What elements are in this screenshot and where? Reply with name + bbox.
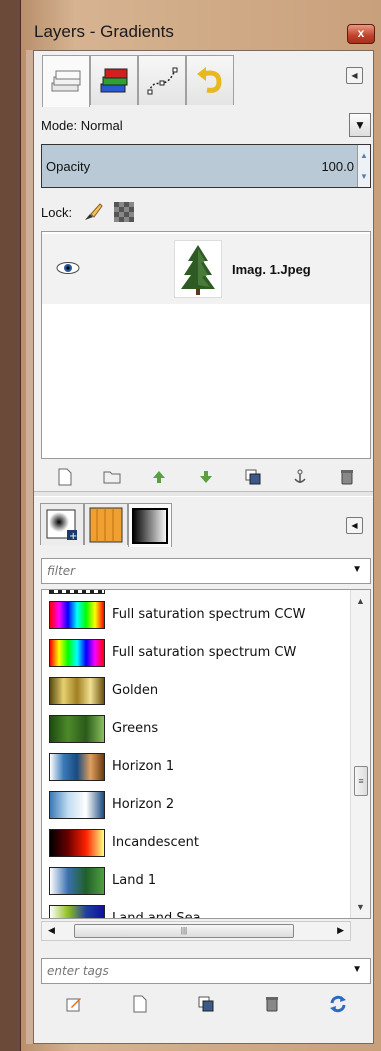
- refresh-gradients-icon[interactable]: [329, 995, 347, 1013]
- mode-label: Mode: Normal: [41, 118, 123, 133]
- gradients-list[interactable]: Full saturation spectrum CCW Full saturat…: [41, 589, 371, 919]
- gradient-swatch: [49, 715, 105, 743]
- svg-text:+: +: [69, 531, 77, 542]
- gradient-list-item[interactable]: Golden: [42, 672, 347, 710]
- channels-icon: [100, 68, 128, 92]
- layer-name[interactable]: Imag. 1.Jpeg: [232, 262, 311, 277]
- new-gradient-icon[interactable]: [131, 995, 149, 1013]
- layers-toolbar: [41, 464, 371, 490]
- lock-alpha-icon[interactable]: [114, 202, 135, 222]
- horizontal-scroll-thumb[interactable]: |||: [74, 924, 294, 938]
- gradients-tab-bar: +: [40, 503, 172, 547]
- title-bar[interactable]: Layers - Gradients x: [20, 0, 381, 44]
- gradient-list-item[interactable]: Land and Sea: [42, 900, 347, 919]
- duplicate-gradient-icon[interactable]: [197, 995, 215, 1013]
- layer-row[interactable]: Imag. 1.Jpeg: [42, 234, 370, 304]
- gradient-name: Greens: [112, 721, 159, 736]
- gradient-name: Full saturation spectrum CCW: [112, 607, 306, 622]
- tags-dropdown-icon[interactable]: ▼: [352, 964, 362, 975]
- gradient-list-item[interactable]: Full saturation spectrum CW: [42, 634, 347, 672]
- tree-thumbnail-icon: [181, 245, 215, 295]
- visibility-eye-icon[interactable]: [56, 260, 80, 276]
- anchor-layer-icon[interactable]: [291, 468, 309, 486]
- panel-divider[interactable]: [34, 491, 373, 497]
- gradients-horizontal-scrollbar[interactable]: ◀ ||| ▶: [41, 921, 351, 941]
- opacity-slider[interactable]: Opacity 100.0 ▲ ▼: [41, 144, 371, 188]
- gradient-list-item[interactable]: Greens: [42, 710, 347, 748]
- opacity-spin-buttons[interactable]: ▲ ▼: [357, 145, 370, 187]
- mode-selector[interactable]: Mode: Normal ▼: [41, 113, 371, 139]
- window-title: Layers - Gradients: [34, 22, 174, 41]
- gradients-vertical-scrollbar[interactable]: ▲ ≡ ▼: [350, 590, 370, 918]
- new-layer-group-icon[interactable]: [103, 468, 121, 486]
- scroll-down-icon[interactable]: ▼: [356, 902, 365, 912]
- gradient-swatch: [49, 905, 105, 918]
- tags-input[interactable]: [47, 960, 337, 982]
- scroll-left-icon[interactable]: ◀: [48, 925, 55, 936]
- vertical-scroll-thumb[interactable]: ≡: [354, 766, 368, 796]
- tags-field[interactable]: ▼: [41, 958, 371, 984]
- opacity-label: Opacity: [46, 159, 91, 174]
- layers-list[interactable]: Imag. 1.Jpeg: [41, 231, 371, 459]
- tab-patterns[interactable]: [84, 503, 128, 545]
- tab-layers[interactable]: [42, 55, 90, 107]
- tab-brushes[interactable]: +: [40, 503, 84, 545]
- gradient-name: Horizon 2: [112, 797, 175, 812]
- lock-pixels-icon[interactable]: [82, 201, 104, 223]
- partial-gradient-row: [49, 590, 105, 594]
- delete-layer-icon[interactable]: [338, 468, 356, 486]
- layer-thumbnail: [174, 240, 222, 298]
- raise-layer-icon[interactable]: [150, 468, 168, 486]
- layers-icon: [51, 70, 81, 91]
- gradient-name: Incandescent: [112, 835, 199, 850]
- tab-channels[interactable]: [90, 55, 138, 105]
- gradient-list-item[interactable]: Full saturation spectrum CCW: [42, 596, 347, 634]
- filter-field[interactable]: ▼: [41, 558, 371, 584]
- gradient-name: Horizon 1: [112, 759, 175, 774]
- gradient-swatch: [49, 829, 105, 857]
- undo-history-icon: [197, 66, 222, 93]
- mode-dropdown-button[interactable]: ▼: [349, 113, 371, 137]
- delete-gradient-icon[interactable]: [263, 995, 281, 1013]
- brushes-icon: +: [46, 509, 77, 542]
- gradient-swatch: [49, 677, 105, 705]
- edit-gradient-icon[interactable]: [65, 995, 83, 1013]
- lower-layer-icon[interactable]: [197, 468, 215, 486]
- gradient-list-item[interactable]: Horizon 2: [42, 786, 347, 824]
- gradient-swatch: [49, 867, 105, 895]
- gradients-toolbar: [41, 991, 371, 1017]
- gradient-swatch: [49, 791, 105, 819]
- gradient-list-item[interactable]: Incandescent: [42, 824, 347, 862]
- gradient-name: Golden: [112, 683, 159, 698]
- patterns-icon: [89, 507, 123, 542]
- scroll-up-icon[interactable]: ▲: [356, 596, 365, 606]
- gradients-tab-menu-button[interactable]: ◀: [346, 517, 363, 534]
- close-button[interactable]: x: [347, 24, 375, 44]
- gradient-list-item[interactable]: Horizon 1: [42, 748, 347, 786]
- dock-panel: ◀ Mode: Normal ▼ Opacity 100.0 ▲▼ Lock:: [33, 50, 374, 1044]
- lock-label: Lock:: [41, 204, 73, 220]
- gradient-name: Full saturation spectrum CW: [112, 645, 297, 660]
- dock-edge: [26, 50, 33, 1044]
- gradient-swatch: [49, 753, 105, 781]
- gradient-name: Land and Sea: [112, 911, 201, 919]
- gradient-name: Land 1: [112, 873, 157, 888]
- tab-undo-history[interactable]: [186, 55, 234, 105]
- layers-tab-menu-button[interactable]: ◀: [346, 67, 363, 84]
- tab-gradients[interactable]: [128, 503, 172, 547]
- lock-row: Lock:: [41, 201, 135, 223]
- gradient-list-item[interactable]: Land 1: [42, 862, 347, 900]
- gradients-icon: [132, 507, 168, 544]
- opacity-value: 100.0: [321, 159, 354, 174]
- duplicate-layer-icon[interactable]: [244, 468, 262, 486]
- layers-tab-bar: [42, 55, 234, 107]
- new-layer-icon[interactable]: [56, 468, 74, 486]
- tab-paths[interactable]: [138, 55, 186, 105]
- gradient-swatch: [49, 601, 105, 629]
- paths-icon: [147, 67, 178, 94]
- filter-dropdown-icon[interactable]: ▼: [352, 564, 362, 575]
- filter-input[interactable]: [47, 560, 337, 582]
- scroll-right-icon[interactable]: ▶: [337, 925, 344, 936]
- gradient-swatch: [49, 639, 105, 667]
